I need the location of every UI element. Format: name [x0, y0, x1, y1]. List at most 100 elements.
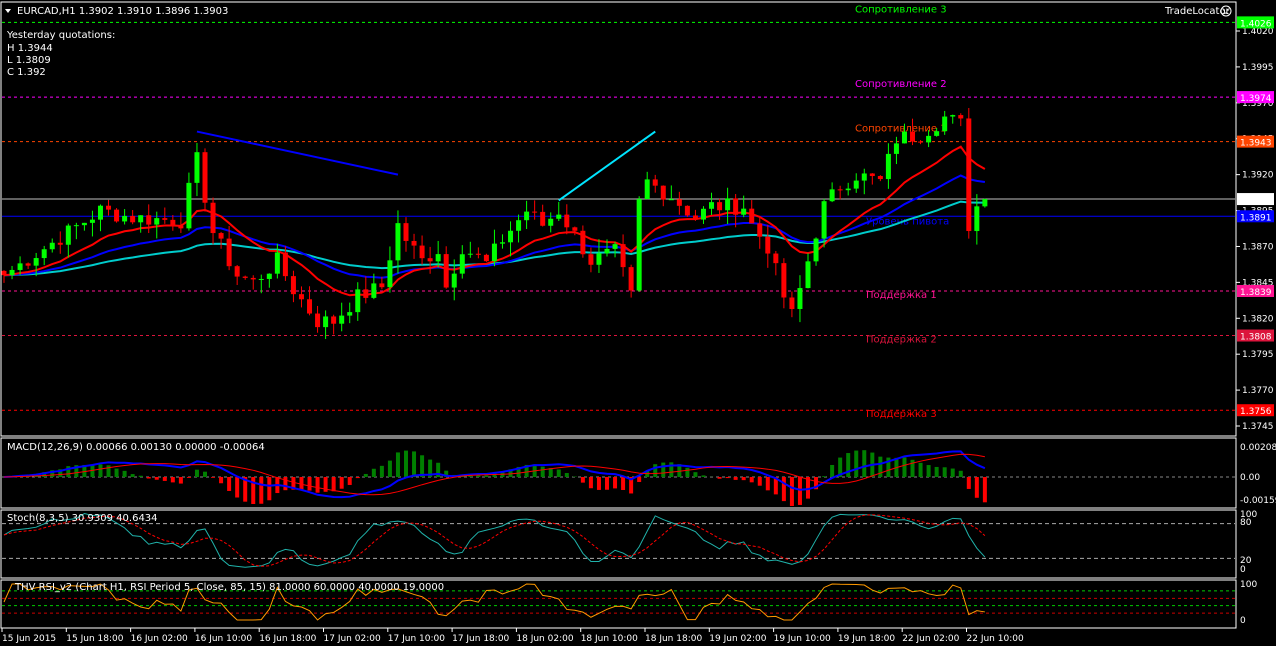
candle-body [620, 244, 626, 268]
candle-body [636, 199, 642, 291]
candle [475, 247, 481, 259]
trading-chart[interactable]: Сопротивление 3 Сопротивление 2 Сопротивле… [0, 0, 1276, 646]
macd-histogram-bar [130, 474, 135, 477]
macd-histogram-bar [219, 477, 224, 484]
macd-histogram-bar [347, 477, 352, 485]
candle-body [41, 249, 47, 259]
price-tick-label: 1.3745 [1242, 422, 1274, 432]
macd-histogram-bar [749, 477, 754, 483]
macd-histogram-bar [741, 477, 746, 481]
macd-histogram-bar [781, 477, 786, 502]
level-label-support-3: Поддержка 3 [866, 409, 937, 420]
candle [162, 207, 168, 224]
candle-body [146, 215, 152, 225]
macd-histogram-bar [363, 473, 368, 477]
rsi-axis-label: 100 [1240, 580, 1257, 590]
macd-histogram-bar [267, 477, 272, 501]
pane-frames [0, 1, 1237, 629]
candle [958, 113, 964, 127]
candle [797, 275, 803, 323]
candle [966, 107, 972, 239]
macd-histogram-bar [379, 465, 384, 477]
triangle-down-icon[interactable] [5, 9, 11, 13]
candle [950, 114, 956, 124]
macd-histogram-bar [540, 466, 545, 477]
candle [580, 225, 586, 258]
candle-body [202, 152, 208, 203]
macd-histogram-bar [227, 477, 232, 491]
candle [733, 193, 739, 228]
candle-body [170, 219, 176, 226]
macd-histogram-bar [797, 477, 802, 505]
candle [516, 214, 522, 243]
candle [861, 168, 867, 195]
candle-body [234, 266, 240, 277]
candle-body [596, 253, 602, 265]
candle [652, 174, 658, 193]
candle [250, 275, 256, 290]
candle [194, 142, 200, 197]
candle [829, 182, 835, 203]
candle-body [459, 254, 465, 274]
macd-histogram-bar [203, 471, 207, 477]
macd-histogram-bar [934, 466, 939, 477]
candle [298, 286, 304, 308]
candle [588, 247, 594, 273]
candle-body [942, 116, 948, 132]
price-tick-label: 1.3820 [1242, 314, 1274, 324]
macd-histogram-bar [605, 477, 609, 490]
candle [411, 233, 417, 259]
candle-body [548, 218, 554, 226]
trendline-blue [196, 130, 399, 176]
candle [81, 222, 87, 231]
macd-histogram-bar [387, 460, 392, 477]
candle-body [829, 189, 835, 202]
yesterday-title: Yesterday quotations: [6, 30, 115, 41]
candle-body [572, 227, 578, 231]
candle [749, 200, 755, 224]
candle [684, 205, 690, 217]
macd-axis-label: 0.00208 [1240, 443, 1276, 453]
candle [491, 229, 497, 267]
candle-body [676, 199, 682, 206]
candle-body [1, 270, 7, 276]
candle-body [717, 202, 723, 211]
candle [499, 234, 505, 249]
level-label-support-2: Поддержка 2 [866, 335, 937, 346]
macd-histogram-bar [283, 477, 288, 491]
candle-body [837, 189, 843, 191]
macd-histogram-bar [146, 477, 151, 479]
candle [636, 196, 642, 292]
candle-body [491, 243, 497, 262]
stoch-indicator: 10080200 [2, 510, 1257, 575]
candle-body [73, 225, 79, 227]
candle-body [556, 214, 562, 219]
candle-body [331, 316, 337, 324]
macd-histogram-bar [902, 457, 907, 477]
time-tick-label: 18 Jun 18:00 [645, 634, 702, 644]
macd-histogram-bar [355, 477, 360, 479]
candle-body [194, 152, 200, 183]
time-axis: 15 Jun 2015 15 Jun 18:00 16 Jun 02:00 16 Ju… [1, 628, 1024, 644]
candle-body [25, 263, 31, 266]
price-tick-label: 1.3795 [1242, 350, 1274, 360]
macd-histogram-bar [395, 452, 400, 477]
time-tick-label: 16 Jun 18:00 [259, 634, 316, 644]
candle [781, 258, 787, 309]
candle-body [805, 261, 811, 289]
candle-body [323, 316, 329, 328]
macd-histogram-bar [299, 477, 304, 490]
candle-body [660, 185, 666, 200]
candle-body [934, 131, 940, 136]
candle [138, 215, 144, 233]
price-badge-pivot: 1.3891 [1240, 213, 1272, 223]
candle [106, 199, 112, 216]
candle [676, 191, 682, 215]
candle [596, 239, 602, 273]
time-tick-label: 19 Jun 18:00 [838, 634, 895, 644]
macd-histogram-bar [926, 465, 931, 477]
macd-histogram-bar [693, 472, 698, 477]
macd-histogram-bar [194, 469, 199, 477]
time-tick-label: 17 Jun 10:00 [388, 634, 445, 644]
macd-histogram-bar [331, 477, 336, 492]
